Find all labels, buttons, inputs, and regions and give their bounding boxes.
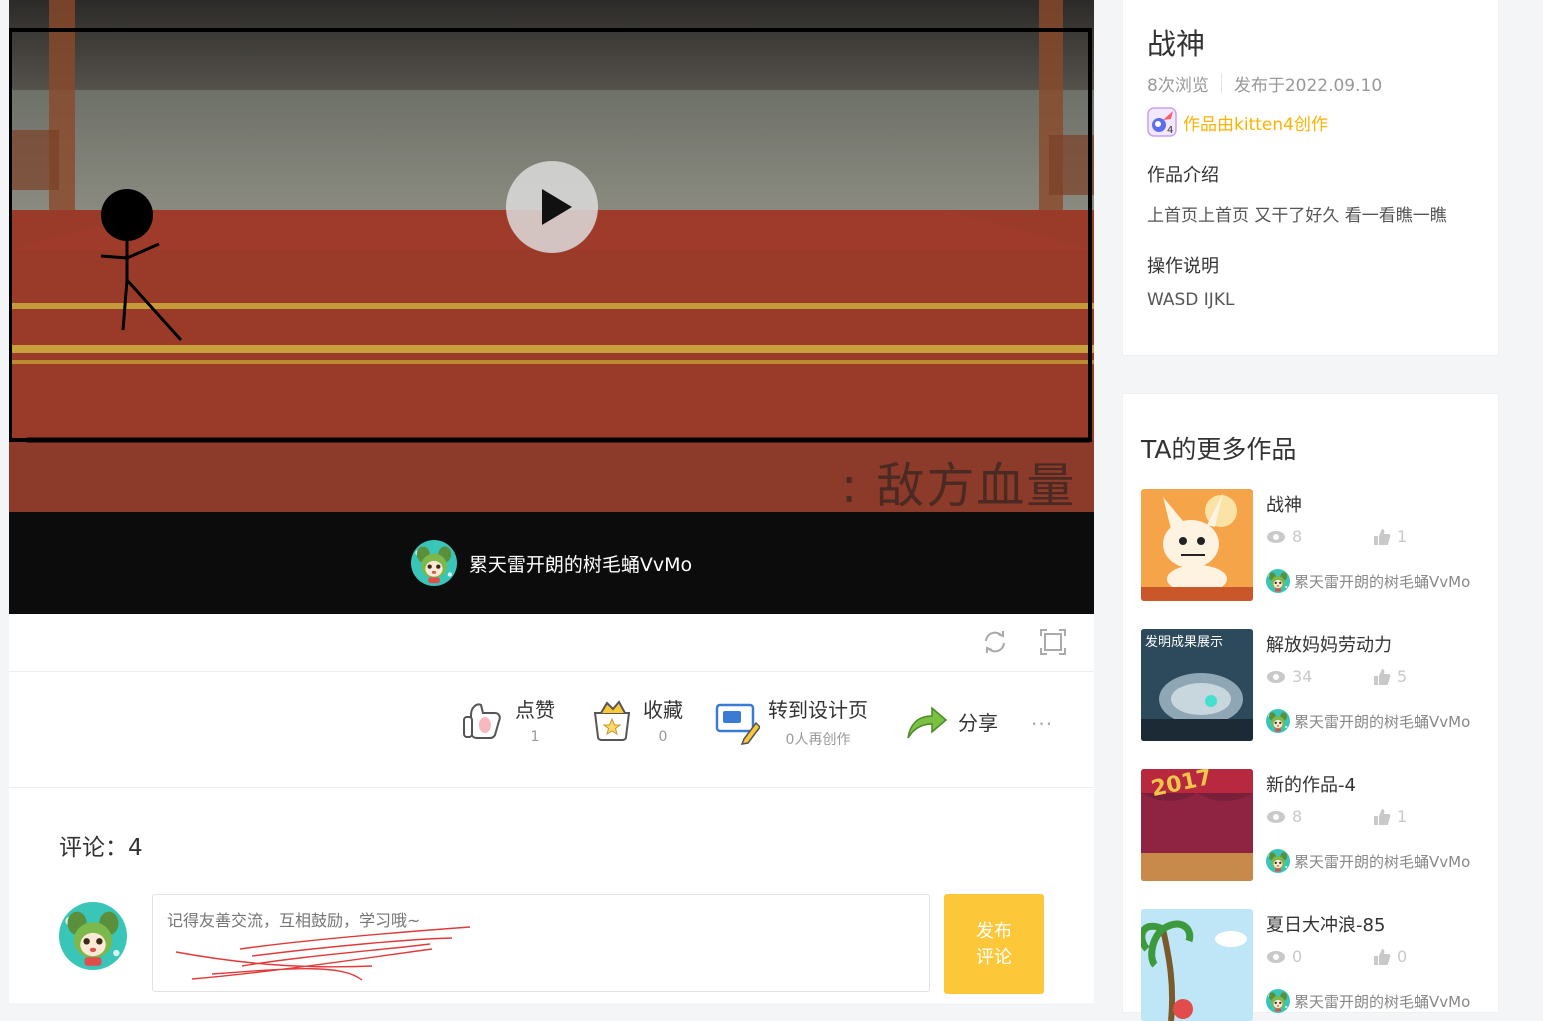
work-item[interactable]: 发明成果展示 解放妈妈劳动力 34 5 累天雷开朗的树毛蛹VvMo <box>1141 629 1486 741</box>
view-stat: 0 <box>1266 947 1302 966</box>
work-action-panel: 点赞 1 收藏 0 转到设计页 0人再创作 分享 ··· 评论：4 记得友善交流… <box>9 614 1094 1003</box>
author-avatar <box>1266 849 1290 873</box>
eye-icon <box>1267 530 1285 543</box>
more-options-button[interactable]: ··· <box>1031 712 1053 736</box>
submit-label-1: 发布 <box>976 921 1012 941</box>
author-avatar <box>1266 989 1290 1013</box>
view-count: 34 <box>1292 667 1313 686</box>
thumb-caption: 发明成果展示 <box>1145 635 1224 650</box>
work-item[interactable]: 夏日大冲浪-85 0 0 累天雷开朗的树毛蛹VvMo <box>1141 909 1486 1021</box>
more-works-heading: TA的更多作品 <box>1141 435 1297 464</box>
view-count: 8 <box>1292 527 1303 546</box>
kitten4-icon: 4 <box>1147 107 1177 137</box>
author-avatar <box>1266 709 1290 733</box>
collect-box-icon <box>593 699 631 741</box>
like-stat: 5 <box>1373 667 1407 686</box>
play-button[interactable] <box>506 161 598 253</box>
action-bar: 点赞 1 收藏 0 转到设计页 0人再创作 分享 ··· <box>9 672 1094 788</box>
work-item[interactable]: 战神 8 1 累天雷开朗的树毛蛹VvMo <box>1141 489 1486 601</box>
author-name: 累天雷开朗的树毛蛹VvMo <box>1294 992 1471 1011</box>
publish-date: 发布于2022.09.10 <box>1233 76 1383 96</box>
work-info-card: 战神 8次浏览 发布于2022.09.10 4 作品由kitten4创作 作品介… <box>1122 0 1499 356</box>
author-name: 累天雷开朗的树毛蛹VvMo <box>1294 852 1471 871</box>
intro-heading: 作品介绍 <box>1147 165 1219 186</box>
like-count: 0 <box>1397 947 1408 966</box>
like-label: 点赞 <box>515 698 555 722</box>
collect-count: 0 <box>658 729 668 745</box>
share-label: 分享 <box>958 710 998 735</box>
submit-label-2: 评论 <box>976 947 1012 967</box>
comment-input[interactable] <box>152 894 930 992</box>
work-title: 解放妈妈劳动力 <box>1266 635 1392 656</box>
view-stat: 8 <box>1266 807 1302 826</box>
author-name: 累天雷开朗的树毛蛹VvMo <box>1294 712 1471 731</box>
design-page-icon <box>715 703 760 745</box>
work-thumbnail: 2017 <box>1141 769 1253 881</box>
restart-icon[interactable] <box>981 628 1009 656</box>
author-avatar[interactable] <box>411 540 457 586</box>
video-player[interactable]: : 敌方血量 累天雷开朗的树毛蛹VvMo <box>9 0 1094 614</box>
work-title: 夏日大冲浪-85 <box>1266 915 1386 936</box>
share-arrow-icon <box>907 706 948 739</box>
like-stat: 0 <box>1373 947 1407 966</box>
author-avatar <box>1266 569 1290 593</box>
work-author: 累天雷开朗的树毛蛹VvMo <box>1266 849 1470 873</box>
like-count: 1 <box>1397 807 1408 826</box>
game-preview-image: : 敌方血量 <box>9 0 1094 512</box>
more-works-card: TA的更多作品 战神 8 1 累天雷开朗的树毛蛹VvMo 发明成果展示 解放妈妈… <box>1122 393 1499 1021</box>
work-title: 战神 <box>1147 27 1206 61</box>
author-name: 累天雷开朗的树毛蛹VvMo <box>1294 572 1471 591</box>
work-meta: 8次浏览 发布于2022.09.10 <box>1147 71 1382 96</box>
like-count: 5 <box>1397 667 1408 686</box>
intro-text: 上首页上首页 又干了好久 看一看瞧一瞧 <box>1147 206 1447 226</box>
fullscreen-icon[interactable] <box>1039 628 1067 656</box>
work-thumbnail: 发明成果展示 <box>1141 629 1253 741</box>
author-name[interactable]: 累天雷开朗的树毛蛹VvMo <box>469 550 692 577</box>
meta-divider <box>1220 73 1222 93</box>
work-author: 累天雷开朗的树毛蛹VvMo <box>1266 709 1470 733</box>
like-stat: 1 <box>1373 527 1407 546</box>
view-count: 8 <box>1292 807 1303 826</box>
creator-label: 作品由kitten4创作 <box>1183 114 1328 135</box>
view-count: 8次浏览 <box>1147 76 1209 96</box>
recreate-count: 0人再创作 <box>785 732 851 748</box>
design-page-button[interactable]: 转到设计页 0人再创作 <box>714 694 868 749</box>
comment-count-title: 评论：4 <box>59 835 143 861</box>
eye-icon <box>1267 670 1285 683</box>
scene-overlay-text: : 敌方血量 <box>841 458 1077 512</box>
work-thumbnail <box>1141 489 1253 601</box>
like-count: 1 <box>530 729 540 745</box>
design-page-label: 转到设计页 <box>768 698 868 722</box>
player-toolbar <box>9 614 1094 672</box>
view-stat: 34 <box>1266 667 1312 686</box>
thumb-up-icon <box>1374 948 1391 965</box>
like-stat: 1 <box>1373 807 1407 826</box>
eye-icon <box>1267 950 1285 963</box>
work-thumbnail <box>1141 909 1253 1021</box>
collect-button[interactable]: 收藏 0 <box>589 694 683 745</box>
controls-heading: 操作说明 <box>1147 256 1219 277</box>
current-user-avatar <box>59 902 127 970</box>
work-title: 战神 <box>1266 495 1302 516</box>
player-author-bar: 累天雷开朗的树毛蛹VvMo <box>9 512 1094 614</box>
controls-text: WASD IJKL <box>1147 290 1235 310</box>
submit-comment-button[interactable]: 发布 评论 <box>944 894 1044 994</box>
share-button[interactable]: 分享 <box>904 698 998 744</box>
like-count: 1 <box>1397 527 1408 546</box>
thumb-up-icon <box>1374 528 1391 545</box>
view-count: 0 <box>1292 947 1303 966</box>
thumb-up-icon <box>1374 808 1391 825</box>
work-author: 累天雷开朗的树毛蛹VvMo <box>1266 569 1470 593</box>
work-title: 新的作品-4 <box>1266 775 1356 796</box>
thumb-up-icon <box>463 703 501 739</box>
collect-label: 收藏 <box>643 698 683 722</box>
thumb-up-icon <box>1374 668 1391 685</box>
like-button[interactable]: 点赞 1 <box>461 694 555 745</box>
creator-tool[interactable]: 4 作品由kitten4创作 <box>1147 107 1328 137</box>
view-stat: 8 <box>1266 527 1302 546</box>
eye-icon <box>1267 810 1285 823</box>
work-item[interactable]: 2017 新的作品-4 8 1 累天雷开朗的树毛蛹VvMo <box>1141 769 1486 881</box>
svg-text:4: 4 <box>1167 125 1173 136</box>
work-author: 累天雷开朗的树毛蛹VvMo <box>1266 989 1470 1013</box>
